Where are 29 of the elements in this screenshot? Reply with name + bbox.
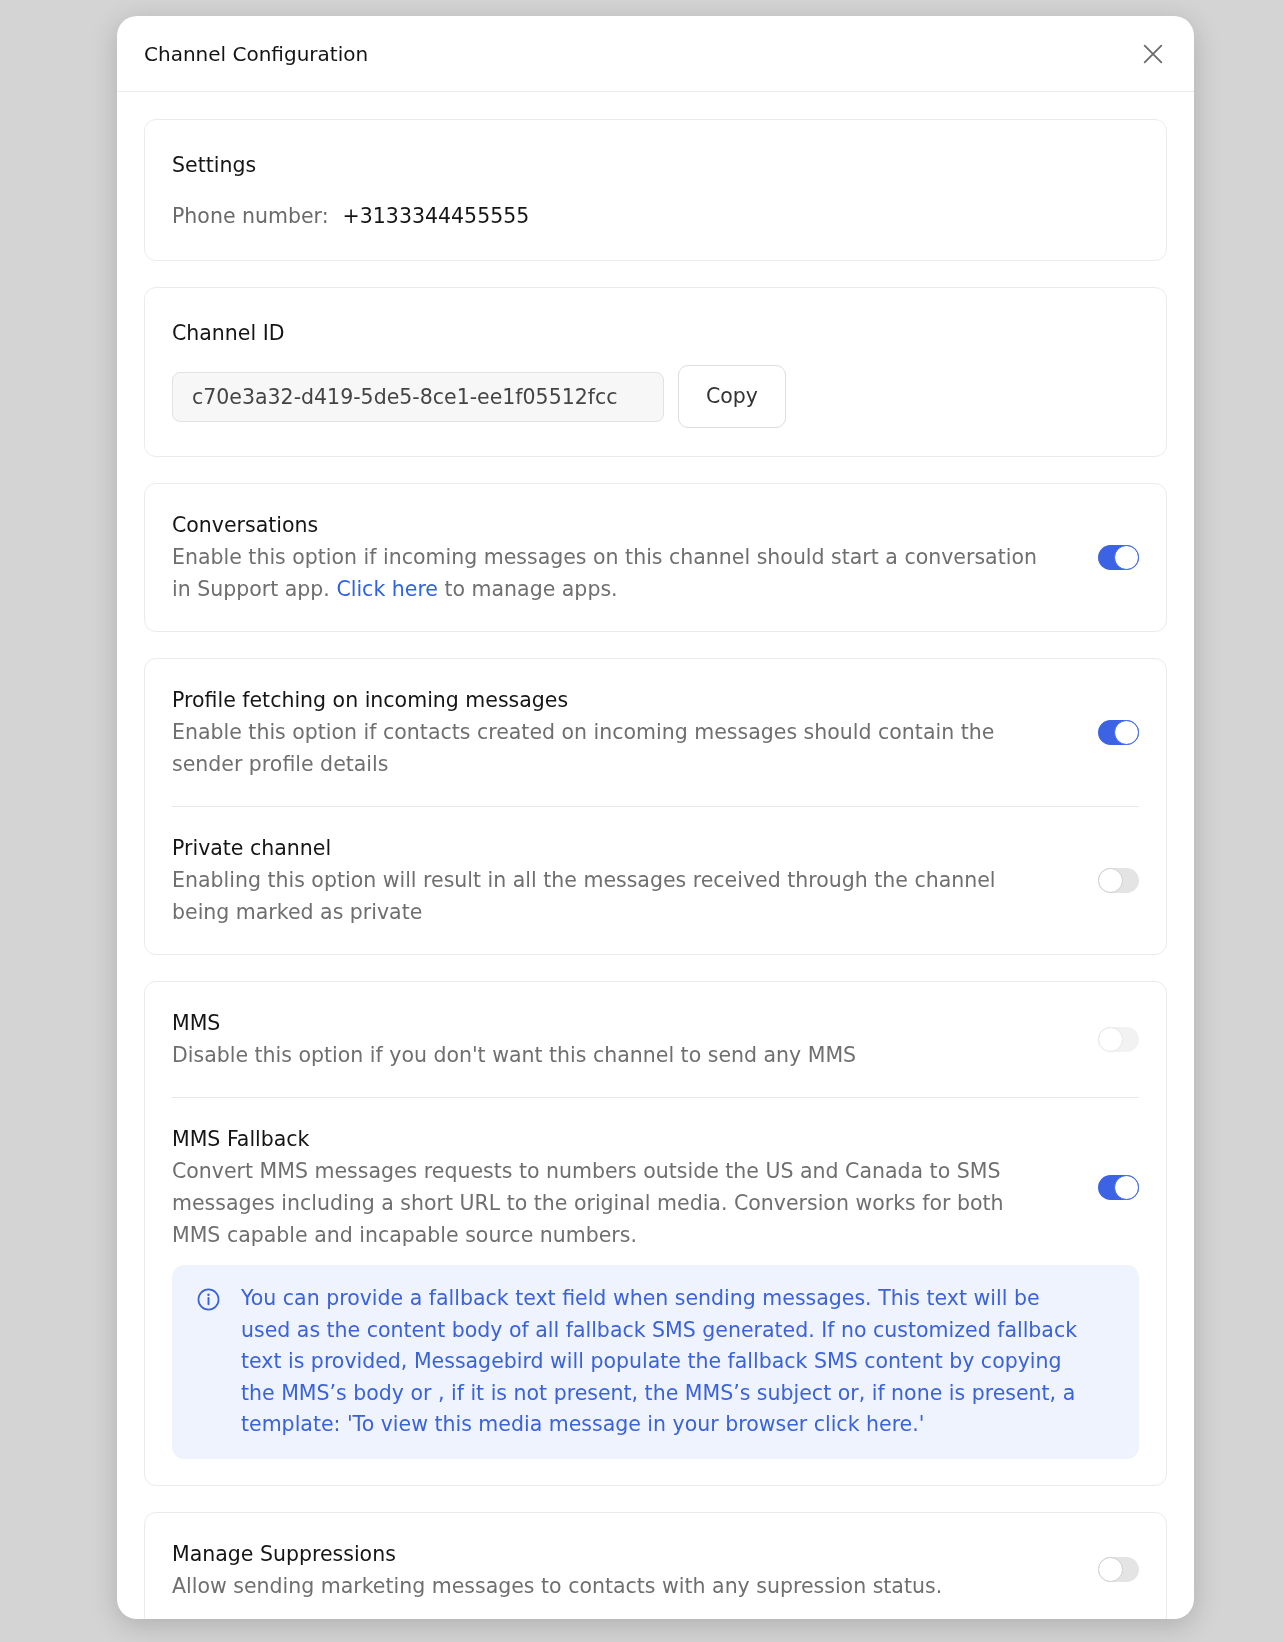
section-title: Settings	[172, 152, 258, 179]
option-title: Profile fetching on incoming messages	[172, 687, 570, 714]
toggle-switch[interactable]	[1098, 544, 1139, 570]
option-title: Manage Suppressions	[172, 1540, 397, 1568]
channel-id-field[interactable]: c70e3a32-d419-5de5-8ce1-ee1f05512fcc	[172, 371, 664, 422]
option-description: Disable this option if you don't want this channel to send any MMS	[172, 1042, 858, 1069]
toggle-switch[interactable]	[1098, 1557, 1139, 1582]
toggle-switch[interactable]	[1098, 719, 1139, 745]
section-title: Channel ID	[172, 320, 286, 347]
option-description: Convert MMS messages requests to numbers outside the US and Canada to SMS messages including a short URL to the original media. Conversion works for both MMS capable and incapable source numbers.	[172, 1158, 1005, 1249]
phone-number: +3133344455555	[342, 203, 530, 230]
close-icon	[1143, 43, 1163, 64]
option-description: Enable this option if incoming messages on this channel should start a conversation in Support app. Click here to manage apps.	[172, 544, 1038, 603]
option-title: MMS Fallback	[172, 1126, 311, 1153]
info-icon	[197, 1288, 220, 1311]
info-text: You can provide a fallback text field when sending messages. This text will be used as the content body of all fallback SMS generated. If no customized fallback text is provided, Messagebird will populate the fallback SMS content by copying the MMS’s body or , if it is not present, the MMS’s subject or, if none is present, a template: 'To view this media message in your browser click here.'	[241, 1285, 1079, 1438]
option-description: Enable this option if contacts created on incoming messages should contain the sender profile details	[172, 719, 996, 778]
dialog-title: Channel Configuration	[144, 40, 369, 68]
copy-button[interactable]: Copy	[678, 365, 786, 428]
toggle-switch[interactable]	[1098, 1174, 1139, 1200]
option-title: MMS	[172, 1010, 222, 1037]
option-title: Private channel	[172, 835, 333, 862]
option-title: Conversations	[172, 512, 320, 539]
toggle-switch[interactable]	[1098, 867, 1139, 893]
field-label: Phone number:	[172, 203, 329, 230]
manage-apps-link[interactable]: Click here	[336, 577, 438, 601]
option-description: Enabling this option will result in all the messages received through the channel being marked as private	[172, 867, 997, 926]
close-button[interactable]	[1142, 42, 1164, 65]
option-description: Allow sending marketing messages to contacts with any supression status.	[172, 1572, 944, 1600]
